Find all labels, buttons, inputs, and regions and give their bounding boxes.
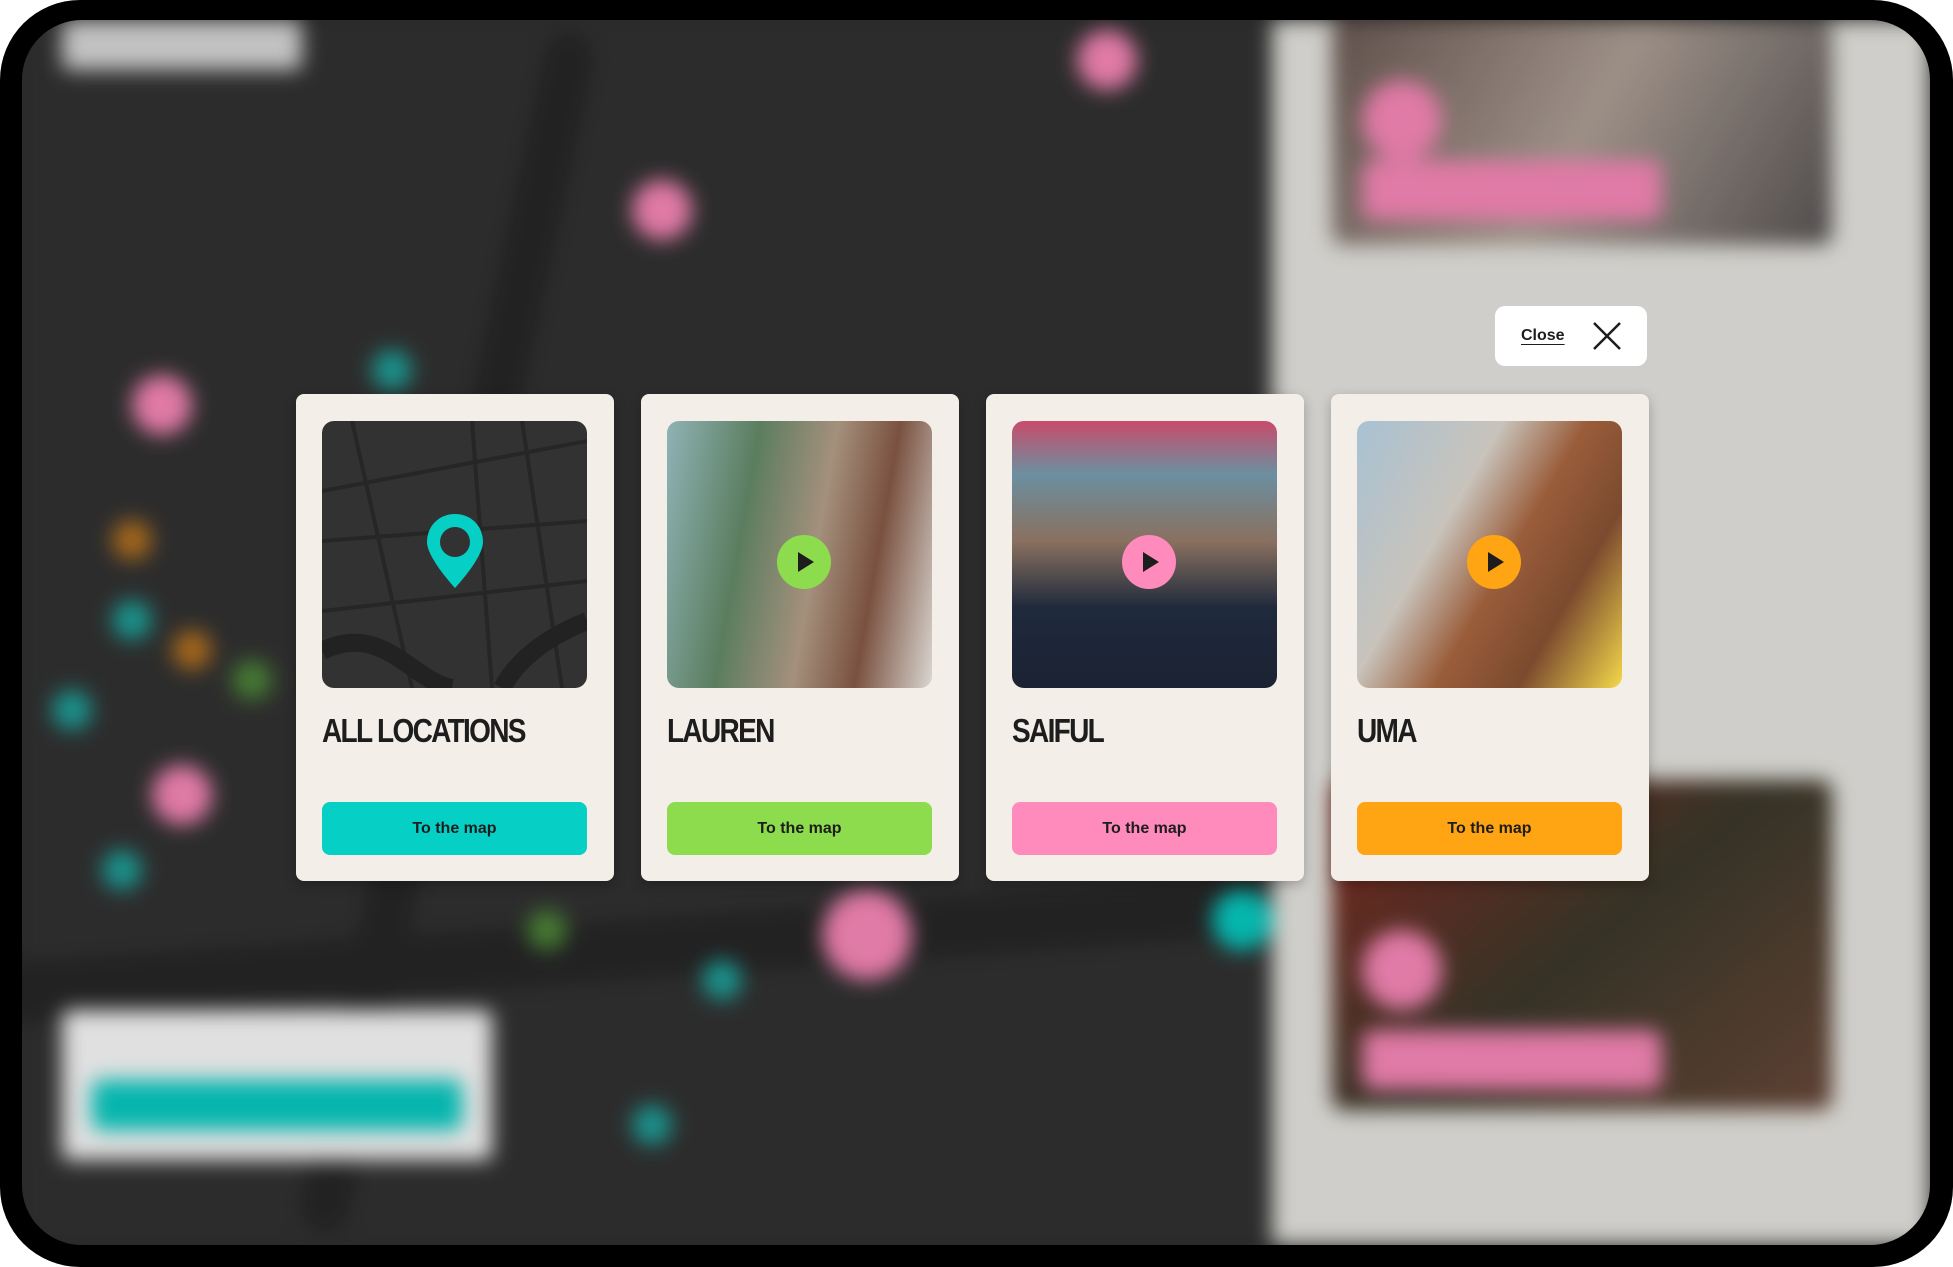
close-label: Close [1521, 327, 1565, 344]
to-the-map-button[interactable]: To the map [322, 802, 587, 855]
card-all-locations: ALL LOCATIONS To the map [296, 394, 614, 881]
device-frame [0, 0, 1953, 1267]
card-saiful: SAIFUL To the map [986, 394, 1304, 881]
play-icon[interactable] [1122, 535, 1176, 589]
card-title: LAUREN [667, 712, 775, 749]
close-icon [1592, 322, 1621, 350]
photo-lauren [667, 421, 932, 688]
photo-saiful [1012, 421, 1277, 688]
card-title: ALL LOCATIONS [322, 712, 527, 749]
to-the-map-button[interactable]: To the map [1357, 802, 1622, 855]
card-title: SAIFUL [1012, 712, 1105, 749]
map-thumbnail [322, 421, 587, 688]
card-uma: UMA To the map [1331, 394, 1649, 881]
card-title: UMA [1357, 712, 1417, 749]
close-button[interactable]: Close [1495, 306, 1647, 366]
card-lauren: LAUREN To the map [641, 394, 959, 881]
play-icon[interactable] [777, 535, 831, 589]
to-the-map-button[interactable]: To the map [667, 802, 932, 855]
to-the-map-button[interactable]: To the map [1012, 802, 1277, 855]
location-pin-icon [427, 514, 483, 588]
photo-uma [1357, 421, 1622, 688]
play-icon[interactable] [1467, 535, 1521, 589]
